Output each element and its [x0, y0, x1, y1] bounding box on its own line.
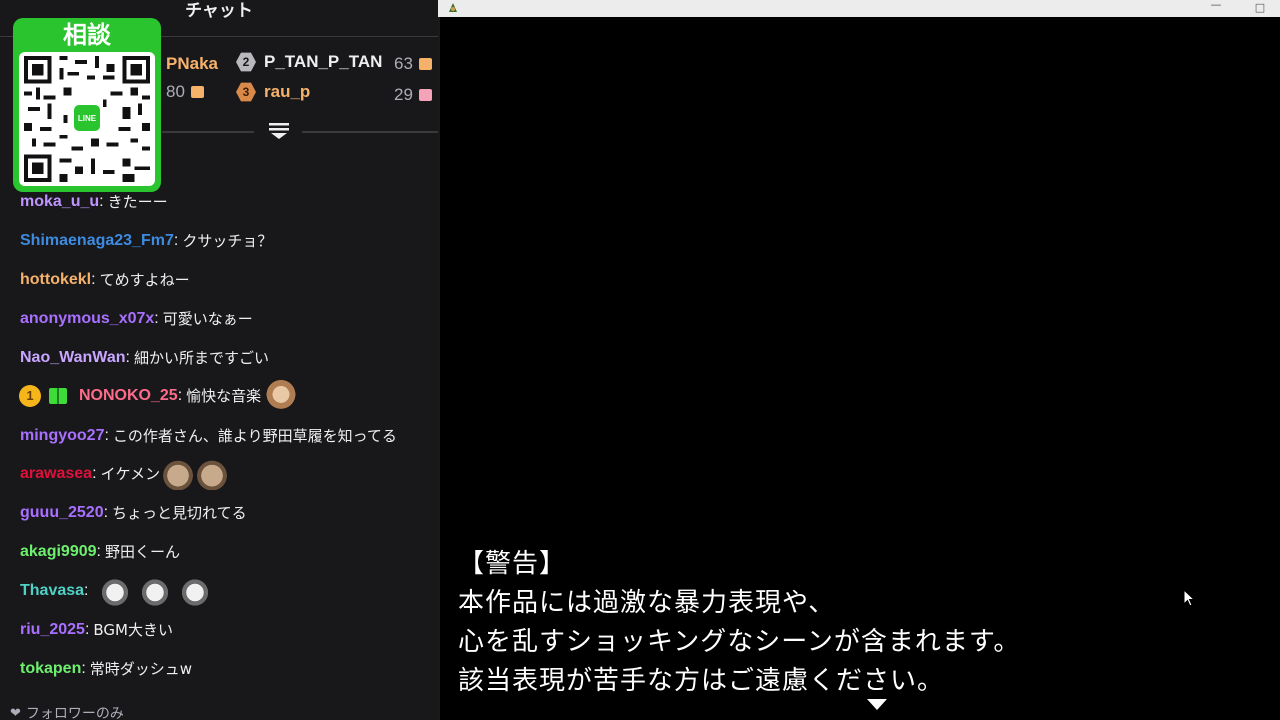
chat-separator: :	[91, 271, 96, 288]
cat-emote-icon	[162, 458, 195, 490]
cat-emote-icon	[196, 458, 229, 490]
chat-username[interactable]: tokapen	[20, 657, 81, 681]
qr-code-frame: LINE	[19, 52, 155, 186]
chat-message: anonymous_x07x: 可愛いなぁー	[20, 307, 253, 331]
chat-message: Thavasa:	[20, 576, 209, 606]
chat-separator: :	[104, 427, 109, 444]
chat-username[interactable]: NONOKO_25	[79, 384, 178, 408]
overlay-title: 相談	[63, 21, 111, 49]
leaderboard-rank3-count-value: 29	[394, 85, 413, 104]
chat-text: この作者さん、誰より野田草履を知ってる	[112, 427, 397, 445]
chat-username[interactable]: akagi9909	[20, 540, 97, 564]
chat-text: BGM大きい	[93, 621, 173, 639]
chat-separator: :	[99, 193, 104, 210]
gift-icon	[418, 58, 432, 70]
chat-message: arawasea: イケメン	[20, 458, 229, 490]
follower-only-label: フォロワーのみ	[25, 705, 124, 720]
chat-text: ちょっと見切れてる	[112, 504, 247, 522]
chat-text: 野田くーん	[104, 543, 180, 561]
gift-icon	[190, 86, 204, 98]
leaderboard-rank1-count-value: 80	[166, 82, 185, 101]
chat-message: hottokekl: てめすよねー	[20, 268, 190, 292]
chat-separator: :	[81, 660, 86, 677]
leaderboard-rank3-name: rau_p	[264, 82, 311, 101]
app-icon	[449, 3, 457, 12]
penguin-emote-icon	[140, 576, 169, 606]
chat-text: イケメン	[100, 465, 161, 483]
chat-message: Shimaenaga23_Fm7: クサッチョ？	[20, 229, 272, 253]
warning-line: 本作品には過激な暴力表現や、	[458, 588, 836, 618]
chat-message: Nao_WanWan: 細かい所まですごい	[20, 346, 269, 370]
rank-3-badge-icon: 3	[236, 82, 256, 102]
chat-username[interactable]: riu_2025	[20, 618, 85, 642]
warning-line: 心を乱すショッキングなシーンが含まれます。	[458, 627, 1021, 657]
chat-text: てめすよねー	[99, 271, 190, 289]
chat-separator: :	[125, 349, 130, 366]
chat-message: 1 NONOKO_25: 愉快な音楽	[19, 380, 298, 412]
chat-separator: :	[103, 504, 109, 521]
minimize-button[interactable]: —	[1205, 0, 1227, 17]
leaderboard-divider	[302, 131, 438, 133]
advance-text-arrow-icon[interactable]	[867, 699, 887, 710]
warning-heading: 【警告】	[458, 549, 567, 579]
chat-text: クサッチョ？	[182, 232, 273, 250]
line-logo-text: LINE	[77, 113, 97, 123]
gift-icon	[418, 89, 432, 101]
chat-username[interactable]: moka_u_u	[20, 190, 99, 214]
chat-text: 可愛いなぁー	[162, 310, 253, 328]
line-consultation-overlay: 相談 LINE	[13, 18, 161, 192]
chat-separator: :	[92, 465, 97, 482]
chat-username[interactable]: Nao_WanWan	[20, 346, 125, 370]
chat-separator: :	[84, 582, 89, 599]
chat-message: moka_u_u: きたーー	[20, 190, 168, 214]
line-app-logo-icon: LINE	[71, 102, 103, 134]
penguin-emote-icon	[100, 576, 129, 606]
chat-panel: チャット PNaka 80 2 P_TAN_P_TAN 63 3 rau_p 2…	[0, 0, 438, 720]
follower-only-mode-indicator: ❤ フォロワーのみ	[10, 703, 124, 720]
chat-text: 常時ダッシュw	[89, 660, 193, 678]
chat-message: tokapen: 常時ダッシュw	[20, 657, 192, 681]
gift-sub-badge-icon	[49, 388, 67, 404]
chat-username[interactable]: arawasea	[20, 462, 92, 486]
leaderboard-rank3[interactable]: 3 rau_p	[236, 82, 310, 102]
chat-username[interactable]: Thavasa	[20, 579, 84, 603]
chat-text: 細かい所まですごい	[133, 349, 269, 367]
leaderboard-rank1-count: 80	[166, 82, 204, 102]
leaderboard-rank2-count: 63	[394, 54, 432, 74]
chat-separator: :	[173, 232, 179, 249]
chat-separator: :	[84, 621, 90, 638]
chat-username[interactable]: mingyoo27	[20, 424, 104, 448]
chat-message: mingyoo27: この作者さん、誰より野田草履を知ってる	[20, 424, 397, 448]
chat-separator: :	[154, 310, 159, 327]
warning-line: 該当表現が苦手な方はご遠慮ください。	[458, 666, 945, 696]
chat-text: 愉快な音楽	[186, 387, 262, 405]
leaderboard-rank1-name[interactable]: PNaka	[166, 54, 218, 74]
chat-username[interactable]: hottokekl	[20, 268, 91, 292]
rank-2-badge-icon: 2	[236, 52, 256, 72]
content-warning-text[interactable]: 【警告】 本作品には過激な暴力表現や、 心を乱すショッキングなシーンが含まれます…	[458, 545, 1020, 701]
mouse-cursor-icon	[1183, 589, 1195, 607]
window-border	[438, 17, 440, 720]
collapse-leaderboard-icon[interactable]	[268, 122, 290, 140]
maximize-button[interactable]: □	[1249, 0, 1271, 17]
chat-message: riu_2025: BGM大きい	[20, 618, 173, 642]
leaderboard-rank2-name: P_TAN_P_TAN	[264, 52, 383, 71]
bear-emote-icon	[265, 380, 298, 412]
chat-username[interactable]: anonymous_x07x	[20, 307, 154, 331]
chat-username[interactable]: guuu_2520	[20, 501, 104, 525]
window-titlebar[interactable]: — □	[438, 0, 1280, 17]
chat-separator: :	[177, 387, 183, 404]
gift-rank-badge-icon: 1	[19, 385, 41, 407]
penguin-emote-icon	[180, 576, 209, 606]
leaderboard-rank2-count-value: 63	[394, 54, 413, 73]
leaderboard-rank3-count: 29	[394, 85, 432, 105]
leaderboard-rank2[interactable]: 2 P_TAN_P_TAN	[236, 52, 382, 72]
heart-icon: ❤	[10, 705, 21, 720]
chat-username[interactable]: Shimaenaga23_Fm7	[20, 229, 174, 253]
chat-separator: :	[96, 543, 101, 560]
chat-message: akagi9909: 野田くーん	[20, 540, 180, 564]
chat-message: guuu_2520: ちょっと見切れてる	[20, 501, 247, 525]
leaderboard-divider	[162, 131, 254, 133]
chat-text: きたーー	[107, 193, 168, 211]
